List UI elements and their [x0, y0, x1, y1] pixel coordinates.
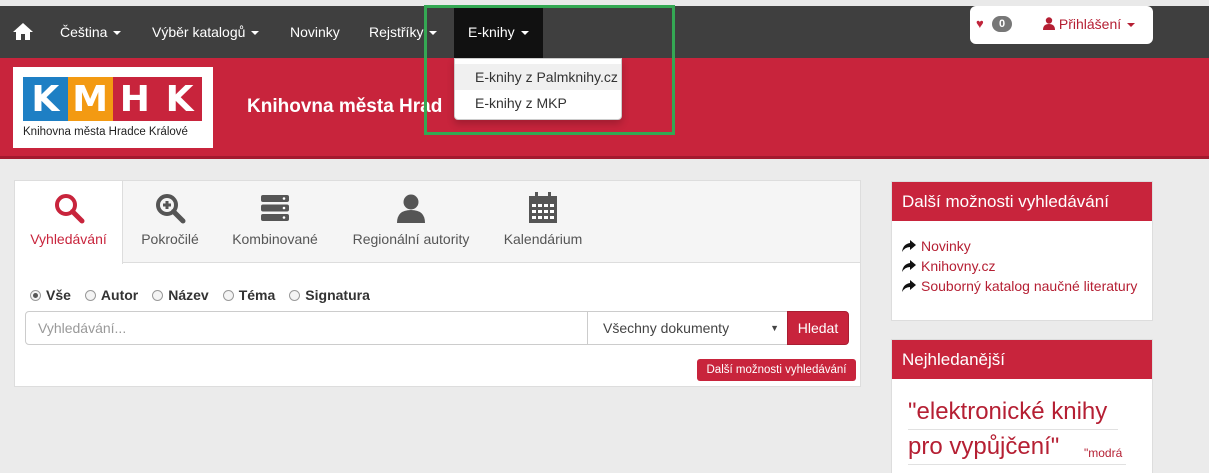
- radio-button[interactable]: [222, 289, 234, 301]
- link-soubory-katalog[interactable]: Souborný katalog naučné literatury: [902, 276, 1152, 296]
- home-button[interactable]: [0, 6, 46, 58]
- radio-signature[interactable]: Signatura: [289, 287, 370, 303]
- tag-link[interactable]: pro vypůjčení": [908, 433, 1059, 461]
- tag-link[interactable]: "modrá: [1084, 446, 1122, 460]
- calendar-icon: [529, 192, 557, 223]
- search-scope-radios: Vše Autor Název Téma Signatura: [30, 287, 370, 303]
- links-list: Novinky Knihovny.cz Souborný katalog nau…: [892, 221, 1152, 296]
- panel-title: Nejhledanější: [892, 340, 1152, 379]
- more-options-panel: Další možnosti vyhledávání Novinky Kniho…: [891, 181, 1153, 321]
- nav-novinky-label: Novinky: [290, 24, 340, 40]
- radio-button[interactable]: [30, 289, 41, 301]
- nav-catalog-select[interactable]: Výběr katalogů: [138, 6, 273, 58]
- radio-button[interactable]: [289, 289, 301, 301]
- share-arrow-icon: [902, 260, 916, 272]
- caret-down-icon: [1127, 23, 1136, 28]
- nav-catalog-label: Výběr katalogů: [152, 24, 246, 40]
- caret-down-icon: [251, 31, 260, 36]
- favorites-badge[interactable]: 0: [992, 16, 1012, 32]
- link-label: Knihovny.cz: [921, 258, 996, 274]
- user-box: ♥ 0 Přihlášení: [970, 6, 1153, 44]
- library-logo[interactable]: K M H K Knihovna města Hradce Králové: [13, 67, 213, 148]
- nav-ebooks[interactable]: E-knihy: [454, 6, 543, 58]
- divider: [908, 429, 1118, 430]
- menu-item-palmknihy[interactable]: E-knihy z Palmknihy.cz: [455, 64, 621, 90]
- nav-registers[interactable]: Rejstříky: [355, 6, 451, 58]
- radio-label: Vše: [46, 287, 71, 303]
- user-icon: [1043, 17, 1055, 30]
- radio-button[interactable]: [152, 289, 164, 301]
- nav-language-label: Čeština: [60, 24, 108, 40]
- link-novinky[interactable]: Novinky: [902, 236, 1152, 256]
- search-icon: [54, 194, 84, 224]
- link-knihovny[interactable]: Knihovny.cz: [902, 256, 1152, 276]
- tab-regional-authorities[interactable]: Regionální autority: [345, 181, 477, 263]
- radio-label: Signatura: [305, 287, 370, 303]
- radio-label: Název: [168, 287, 209, 303]
- caret-down-icon: [113, 31, 122, 36]
- document-type-value: Všechny dokumenty: [603, 320, 730, 336]
- divider: [908, 464, 1126, 465]
- radio-topic[interactable]: Téma: [222, 287, 276, 303]
- share-arrow-icon: [902, 240, 916, 252]
- panel-title: Další možnosti vyhledávání: [892, 182, 1152, 221]
- search-input[interactable]: [25, 311, 588, 345]
- dropdown-arrow-icon: ▼: [770, 323, 779, 333]
- zoom-in-icon: [156, 194, 186, 224]
- more-search-options-button[interactable]: Další možnosti vyhledávání: [697, 359, 856, 381]
- menu-item-mkp[interactable]: E-knihy z MKP: [455, 90, 621, 116]
- login-label: Přihlášení: [1058, 16, 1122, 32]
- home-icon: [13, 23, 33, 40]
- server-stack-icon: [261, 195, 289, 221]
- library-title: Knihovna města Hrad: [247, 96, 443, 117]
- ebooks-dropdown-menu: E-knihy z Palmknihy.cz E-knihy z MKP: [454, 58, 622, 120]
- radio-label: Autor: [100, 287, 139, 303]
- logo-letters: K M H K: [23, 77, 202, 121]
- radio-all[interactable]: Vše: [30, 287, 71, 303]
- nav-registers-label: Rejstříky: [369, 24, 424, 40]
- share-arrow-icon: [902, 280, 916, 292]
- heart-icon[interactable]: ♥: [976, 16, 984, 31]
- logo-letter: H: [112, 77, 158, 121]
- tab-combined[interactable]: Kombinované: [225, 181, 325, 263]
- search-panel: Vyhledávání Pokročilé Kombinované Region…: [14, 180, 861, 387]
- tab-combined-label: Kombinované: [232, 231, 318, 247]
- link-label: Novinky: [921, 238, 971, 254]
- tab-advanced[interactable]: Pokročilé: [127, 181, 213, 263]
- search-button[interactable]: Hledat: [787, 311, 849, 345]
- tab-advanced-label: Pokročilé: [141, 231, 199, 247]
- tab-calendar-label: Kalendárium: [503, 231, 583, 247]
- logo-letter: M: [67, 77, 113, 121]
- tag-link[interactable]: "elektronické knihy: [908, 398, 1107, 426]
- logo-caption: Knihovna města Hradce Králové: [23, 126, 188, 138]
- most-searched-panel: Nejhledanější "elektronické knihy pro vy…: [891, 339, 1153, 473]
- radio-button[interactable]: [84, 289, 96, 301]
- document-type-select[interactable]: Všechny dokumenty ▼: [587, 311, 788, 345]
- user-icon: [397, 194, 425, 223]
- nav-novinky[interactable]: Novinky: [276, 6, 354, 58]
- radio-label: Téma: [238, 287, 276, 303]
- tab-calendar[interactable]: Kalendárium: [495, 181, 591, 263]
- caret-down-icon: [429, 31, 438, 36]
- tab-regional-label: Regionální autority: [352, 231, 470, 247]
- radio-title[interactable]: Název: [152, 287, 209, 303]
- tab-search-label: Vyhledávání: [30, 231, 107, 247]
- logo-letter: K: [23, 77, 68, 121]
- caret-down-icon: [520, 31, 529, 36]
- nav-language[interactable]: Čeština: [46, 6, 135, 58]
- nav-ebooks-label: E-knihy: [468, 24, 515, 40]
- login-button[interactable]: Přihlášení: [1043, 16, 1136, 32]
- logo-letter: K: [157, 77, 202, 121]
- link-label: Souborný katalog naučné literatury: [921, 278, 1138, 294]
- radio-author[interactable]: Autor: [84, 287, 139, 303]
- tab-search[interactable]: Vyhledávání: [15, 181, 123, 264]
